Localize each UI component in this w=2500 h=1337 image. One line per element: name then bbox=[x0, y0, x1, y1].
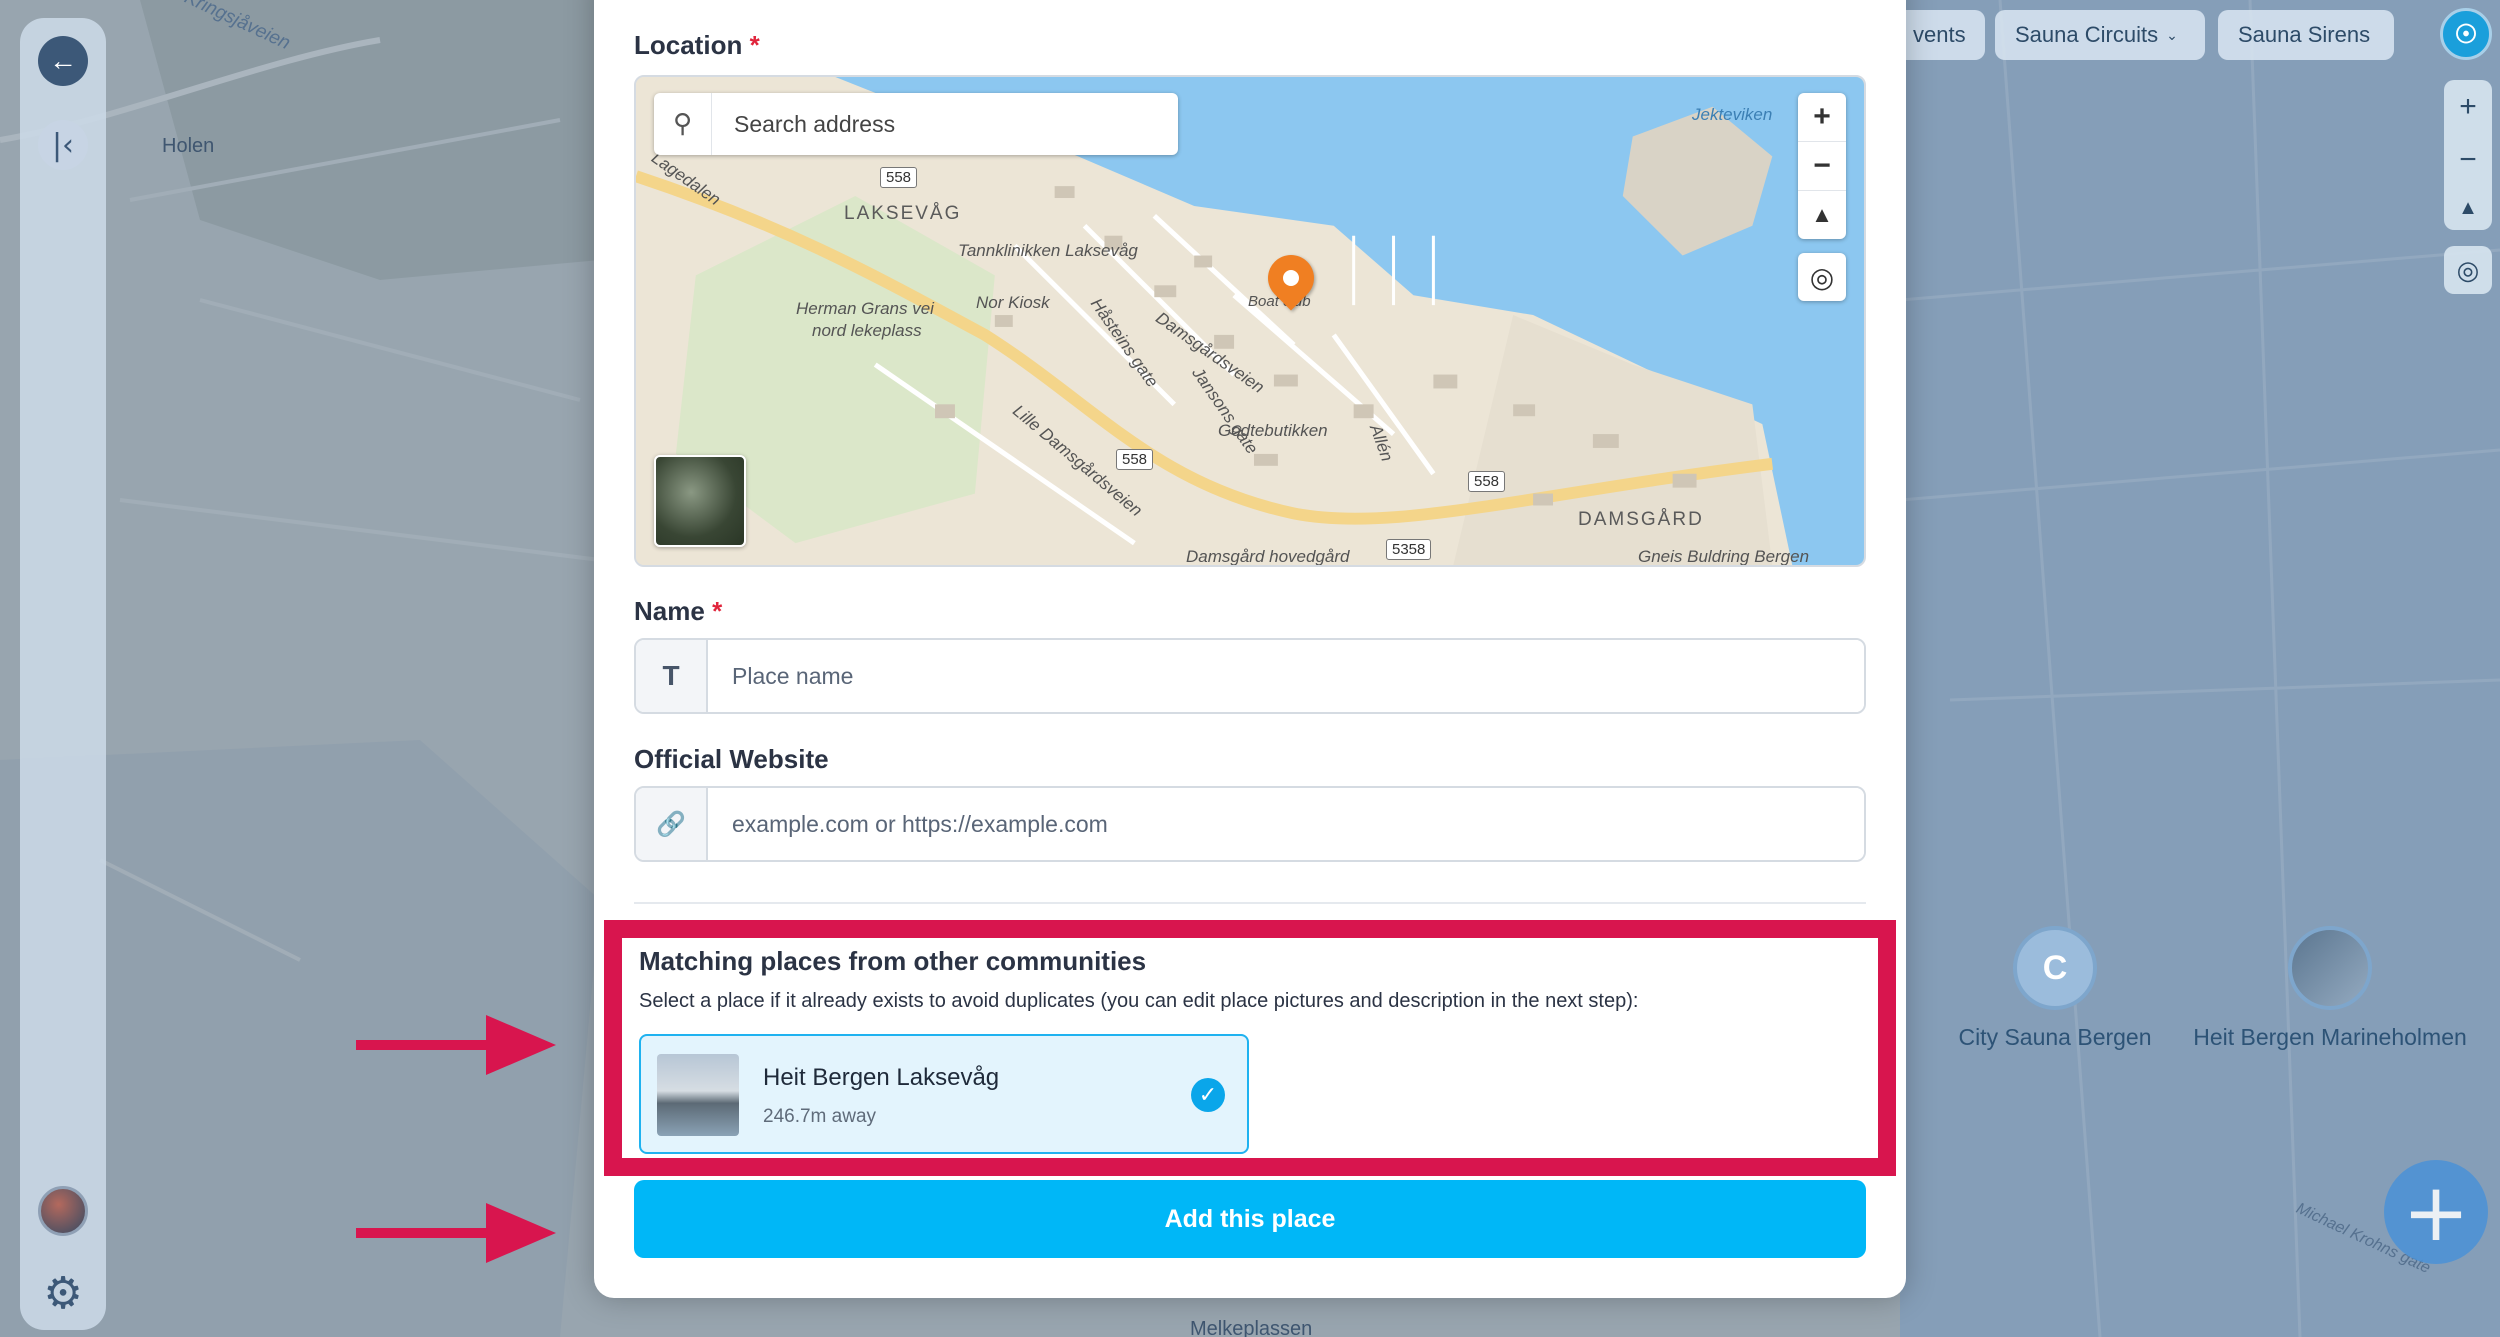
annotation-arrow-icon bbox=[356, 1015, 556, 1075]
matching-places-section: Matching places from other communities S… bbox=[604, 920, 1896, 1176]
map-label: Damsgård hovedgård bbox=[1186, 547, 1350, 566]
required-mark: * bbox=[712, 596, 723, 626]
zoom-out-icon[interactable]: − bbox=[1798, 142, 1846, 191]
chip-label: Sauna Sirens bbox=[2238, 22, 2371, 47]
map-label: Godtebutikken bbox=[1218, 421, 1328, 440]
minimap-zoom-controls: + − ▲ bbox=[1798, 93, 1846, 239]
zoom-in-icon[interactable]: + bbox=[1798, 93, 1846, 142]
zoom-in-icon[interactable]: + bbox=[2459, 90, 2477, 124]
road-shield: 558 bbox=[880, 167, 918, 188]
road-shield: 5358 bbox=[1386, 539, 1432, 560]
map-label: Jekteviken bbox=[1692, 105, 1773, 124]
name-label: Name * bbox=[634, 596, 723, 626]
chip-events[interactable]: vents bbox=[1895, 10, 1985, 60]
map-zoom-controls: + − ▲ bbox=[2444, 80, 2492, 230]
plus-icon: + bbox=[2402, 1165, 2470, 1259]
avatar[interactable] bbox=[38, 1186, 88, 1236]
chip-sauna-sirens[interactable]: Sauna Sirens bbox=[2218, 10, 2394, 60]
map-label: Gneis Buldring Bergen bbox=[1638, 547, 1810, 566]
marker-photo bbox=[2288, 926, 2372, 1010]
location-label: Location * bbox=[634, 30, 760, 60]
chip-label: Sauna Circuits bbox=[2015, 22, 2159, 47]
search-icon: ⚲ bbox=[654, 93, 712, 155]
place-distance: 246.7m away bbox=[763, 1106, 877, 1127]
back-button[interactable]: ← bbox=[38, 36, 88, 86]
matching-places-hint: Select a place if it already exists to a… bbox=[639, 990, 1639, 1012]
name-field: T bbox=[634, 638, 1866, 714]
add-this-place-button[interactable]: Add this place bbox=[634, 1180, 1866, 1258]
settings-button[interactable]: ⚙ bbox=[38, 1267, 88, 1319]
annotation-arrow-icon bbox=[356, 1203, 556, 1263]
address-search: ⚲ bbox=[654, 93, 1178, 155]
locate-icon: ◎ bbox=[1809, 260, 1835, 294]
map-area-label: DAMSGÅRD bbox=[1578, 509, 1704, 530]
matching-place-card[interactable]: Heit Bergen Laksevåg 246.7m away ✓ bbox=[639, 1034, 1249, 1154]
back-arrow-icon: ← bbox=[49, 45, 77, 76]
locate-button[interactable]: ◎ bbox=[2444, 246, 2492, 294]
website-label: Official Website bbox=[634, 744, 829, 774]
matching-places-title: Matching places from other communities bbox=[639, 946, 1147, 976]
divider bbox=[634, 902, 1866, 904]
chip-sauna-circuits[interactable]: Sauna Circuits ⌄ bbox=[1995, 10, 2205, 60]
map-area-label: LAKSEVÅG bbox=[844, 203, 962, 224]
name-input[interactable] bbox=[708, 640, 1864, 712]
gear-icon: ⚙ bbox=[43, 1267, 83, 1319]
compass-icon[interactable]: ▲ bbox=[1798, 191, 1846, 239]
geolocate-button[interactable]: ◎ bbox=[1798, 253, 1846, 301]
compass-icon[interactable]: ▲ bbox=[2458, 197, 2478, 220]
website-input[interactable] bbox=[708, 788, 1864, 860]
sauna-logo-icon: C bbox=[2013, 926, 2097, 1010]
satellite-toggle[interactable] bbox=[654, 455, 746, 547]
logo-icon: ☉ bbox=[2454, 18, 2478, 49]
website-field: 🔗 bbox=[634, 786, 1866, 862]
marker-label: Heit Bergen Marineholmen bbox=[2193, 1024, 2467, 1050]
map-label: Tannklinikken Laksevåg bbox=[958, 241, 1138, 260]
required-mark: * bbox=[749, 30, 760, 60]
app-logo-button[interactable]: ☉ bbox=[2440, 8, 2492, 60]
zoom-out-icon[interactable]: − bbox=[2459, 143, 2477, 177]
map-place-label: Melkeplassen bbox=[1190, 1318, 1313, 1337]
add-place-fab[interactable]: + bbox=[2384, 1160, 2488, 1264]
map-place-label: Holen bbox=[162, 135, 215, 157]
map-label: Herman Grans vei bbox=[796, 299, 934, 318]
road-shield: 558 bbox=[1116, 449, 1154, 470]
place-name: Heit Bergen Laksevåg bbox=[763, 1064, 1000, 1091]
sidebar: ← |‹ ⚙ bbox=[20, 18, 106, 1330]
address-search-input[interactable] bbox=[712, 110, 1152, 138]
locate-icon: ◎ bbox=[2456, 254, 2480, 285]
collapse-sidebar-button[interactable]: |‹ bbox=[38, 120, 88, 170]
collapse-icon: |‹ bbox=[51, 127, 75, 163]
text-icon: T bbox=[636, 640, 708, 712]
place-thumbnail bbox=[657, 1054, 739, 1136]
map-marker-city-sauna-bergen[interactable]: C City Sauna Bergen bbox=[1950, 926, 2160, 1051]
location-map[interactable]: LAKSEVÅG DAMSGÅRD Jekteviken Tannklinikk… bbox=[634, 75, 1866, 567]
link-icon: 🔗 bbox=[636, 788, 708, 860]
chevron-down-icon: ⌄ bbox=[2166, 26, 2178, 43]
chip-label: vents bbox=[1913, 22, 1966, 47]
map-label: Nor Kiosk bbox=[976, 293, 1050, 312]
road-shield: 558 bbox=[1468, 471, 1506, 492]
map-marker-heit-bergen-marineholmen[interactable]: Heit Bergen Marineholmen bbox=[2180, 926, 2480, 1051]
marker-label: City Sauna Bergen bbox=[1958, 1024, 2152, 1050]
check-icon: ✓ bbox=[1191, 1078, 1225, 1112]
map-label: nord lekeplass bbox=[812, 321, 922, 340]
